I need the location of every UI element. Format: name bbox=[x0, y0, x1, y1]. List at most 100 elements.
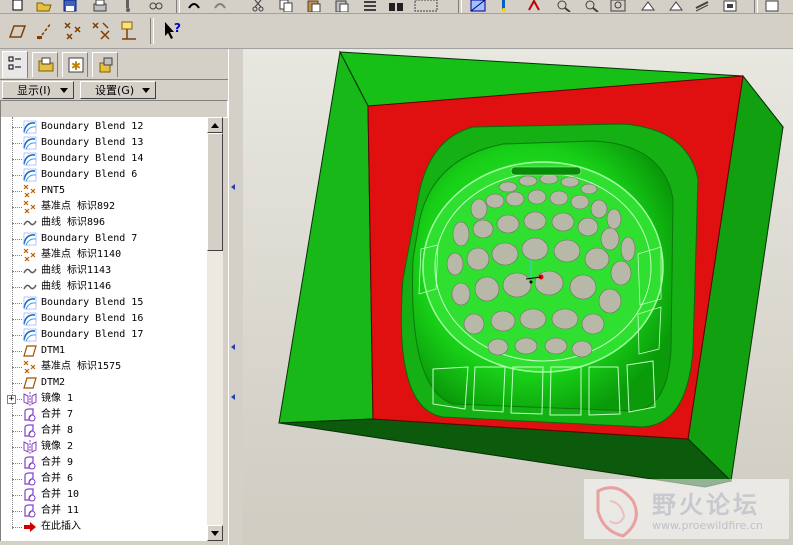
model-tree-item[interactable]: 曲线 标识1146 bbox=[1, 279, 208, 295]
zoom-out-icon[interactable] bbox=[584, 0, 600, 13]
undo-icon[interactable] bbox=[186, 0, 202, 12]
model-tree-item[interactable]: 在此插入 bbox=[1, 519, 208, 535]
saved-views-icon[interactable] bbox=[640, 0, 656, 12]
zoom-in-icon[interactable] bbox=[556, 0, 572, 13]
copy-icon[interactable] bbox=[278, 0, 294, 13]
refit-icon[interactable] bbox=[610, 0, 626, 12]
tree-connector bbox=[12, 447, 22, 448]
model-tree-item[interactable]: Boundary Blend 17 bbox=[1, 327, 208, 343]
panel-splitter[interactable] bbox=[228, 49, 243, 545]
wildfire-logo-icon bbox=[596, 486, 638, 538]
tree-connector bbox=[12, 271, 22, 272]
whats-this-help-icon[interactable]: ? bbox=[160, 19, 184, 43]
paste-special-icon[interactable] bbox=[334, 0, 350, 13]
model-tree-menu-bar: 显示(I) 设置(G) bbox=[0, 80, 228, 100]
model-tree-item-label: PNT5 bbox=[41, 185, 66, 196]
model-tree-item-label: Boundary Blend 7 bbox=[41, 233, 138, 244]
show-menu-button[interactable]: 显示(I) bbox=[2, 81, 74, 99]
spin-center-icon[interactable] bbox=[496, 0, 512, 12]
model-tree-item[interactable]: Boundary Blend 15 bbox=[1, 295, 208, 311]
navigator-tab-bar: ✱ bbox=[0, 49, 228, 80]
repaint-icon[interactable] bbox=[694, 0, 710, 12]
model-tree-item[interactable]: + 镜像 1 bbox=[1, 391, 208, 407]
mold-model[interactable] bbox=[243, 49, 793, 545]
link-icon[interactable] bbox=[148, 0, 164, 12]
model-tree-item[interactable]: Boundary Blend 16 bbox=[1, 311, 208, 327]
orient-icon[interactable] bbox=[526, 0, 542, 12]
tab-favorites[interactable]: ✱ bbox=[62, 52, 88, 77]
datum-point-display-icon[interactable] bbox=[61, 19, 85, 43]
tree-connector bbox=[12, 143, 22, 144]
graphics-window[interactable]: 野火论坛 www.proewildfire.cn bbox=[243, 49, 793, 545]
datum-plane-display-icon[interactable] bbox=[5, 19, 29, 43]
layers-icon[interactable] bbox=[388, 0, 404, 12]
top-slot bbox=[510, 166, 582, 176]
favorites-star-icon: ✱ bbox=[68, 57, 84, 73]
model-tree-icon[interactable] bbox=[362, 0, 378, 12]
model-tree-item[interactable]: PNT5 bbox=[1, 183, 208, 199]
tree-connector bbox=[12, 479, 22, 480]
regenerate-icon[interactable] bbox=[120, 0, 136, 12]
watermark-title: 野火论坛 bbox=[652, 491, 760, 519]
model-tree-item[interactable]: 合并 7 bbox=[1, 407, 208, 423]
mirror-icon bbox=[23, 392, 37, 406]
print-icon[interactable] bbox=[92, 0, 108, 12]
collapse-arrow-icon[interactable] bbox=[231, 344, 235, 350]
model-tree-item[interactable]: Boundary Blend 14 bbox=[1, 151, 208, 167]
cut-icon[interactable] bbox=[250, 0, 266, 12]
model-tree-item[interactable]: DTM1 bbox=[1, 343, 208, 359]
display-settings-icon[interactable] bbox=[722, 0, 738, 12]
model-tree-item-label: 合并 10 bbox=[41, 489, 80, 500]
merge-icon bbox=[23, 456, 37, 470]
datum-display-icon[interactable] bbox=[764, 0, 780, 12]
model-tree-item-label: 合并 7 bbox=[41, 409, 74, 420]
model-tree-item[interactable]: 合并 8 bbox=[1, 423, 208, 439]
model-tree-item[interactable]: 镜像 2 bbox=[1, 439, 208, 455]
toolbar-separator bbox=[176, 0, 180, 13]
model-tree-item[interactable]: Boundary Blend 13 bbox=[1, 135, 208, 151]
model-tree-item[interactable]: Boundary Blend 7 bbox=[1, 231, 208, 247]
new-file-icon[interactable] bbox=[10, 0, 26, 12]
model-tree-item[interactable]: Boundary Blend 6 bbox=[1, 167, 208, 183]
scroll-thumb[interactable] bbox=[207, 133, 223, 251]
scroll-down-button[interactable] bbox=[207, 525, 223, 541]
settings-menu-button[interactable]: 设置(G) bbox=[80, 81, 156, 99]
model-tree-item[interactable]: DTM2 bbox=[1, 375, 208, 391]
tree-connector bbox=[12, 159, 22, 160]
shading-icon[interactable] bbox=[470, 0, 486, 12]
open-folder-icon[interactable] bbox=[36, 0, 52, 12]
model-tree-item[interactable]: 合并 11 bbox=[1, 503, 208, 519]
model-tree-item[interactable]: 合并 6 bbox=[1, 471, 208, 487]
tree-connector bbox=[12, 495, 22, 496]
save-icon[interactable] bbox=[62, 0, 78, 12]
tab-folder-browser[interactable] bbox=[32, 52, 58, 77]
scroll-up-button[interactable] bbox=[207, 117, 223, 133]
model-tree-item[interactable]: 曲线 标识896 bbox=[1, 215, 208, 231]
model-tree-item[interactable]: 曲线 标识1143 bbox=[1, 263, 208, 279]
model-tree-item[interactable]: 基准点 标识1140 bbox=[1, 247, 208, 263]
model-tree-scrollbar[interactable] bbox=[207, 117, 223, 541]
model-tree-item[interactable]: 基准点 标识892 bbox=[1, 199, 208, 215]
model-tree-item[interactable]: Boundary Blend 12 bbox=[1, 119, 208, 135]
tree-connector bbox=[12, 351, 22, 352]
paste-icon[interactable] bbox=[306, 0, 322, 13]
collapse-arrow-icon[interactable] bbox=[231, 184, 235, 190]
datum-axis-display-icon[interactable] bbox=[33, 19, 57, 43]
model-tree-item[interactable]: 合并 9 bbox=[1, 455, 208, 471]
window-icon[interactable] bbox=[414, 0, 438, 12]
tab-connections[interactable] bbox=[92, 52, 118, 77]
boundary-blend-icon bbox=[23, 120, 37, 134]
redo-icon[interactable] bbox=[212, 0, 228, 12]
model-tree-item-label: Boundary Blend 13 bbox=[41, 137, 144, 148]
model-tree-item[interactable]: 基准点 标识1575 bbox=[1, 359, 208, 375]
expand-toggle-icon[interactable]: + bbox=[7, 395, 16, 404]
collapse-arrow-icon[interactable] bbox=[231, 394, 235, 400]
annotation-display-icon[interactable] bbox=[117, 19, 141, 43]
model-tree-item-label: Boundary Blend 16 bbox=[41, 313, 144, 324]
merge-icon bbox=[23, 504, 37, 518]
view-manager-icon[interactable] bbox=[668, 0, 684, 12]
coordinate-system-display-icon[interactable] bbox=[89, 19, 113, 43]
tab-model-tree[interactable] bbox=[2, 51, 28, 78]
show-menu-label: 显示(I) bbox=[17, 84, 51, 97]
model-tree-item[interactable]: 合并 10 bbox=[1, 487, 208, 503]
